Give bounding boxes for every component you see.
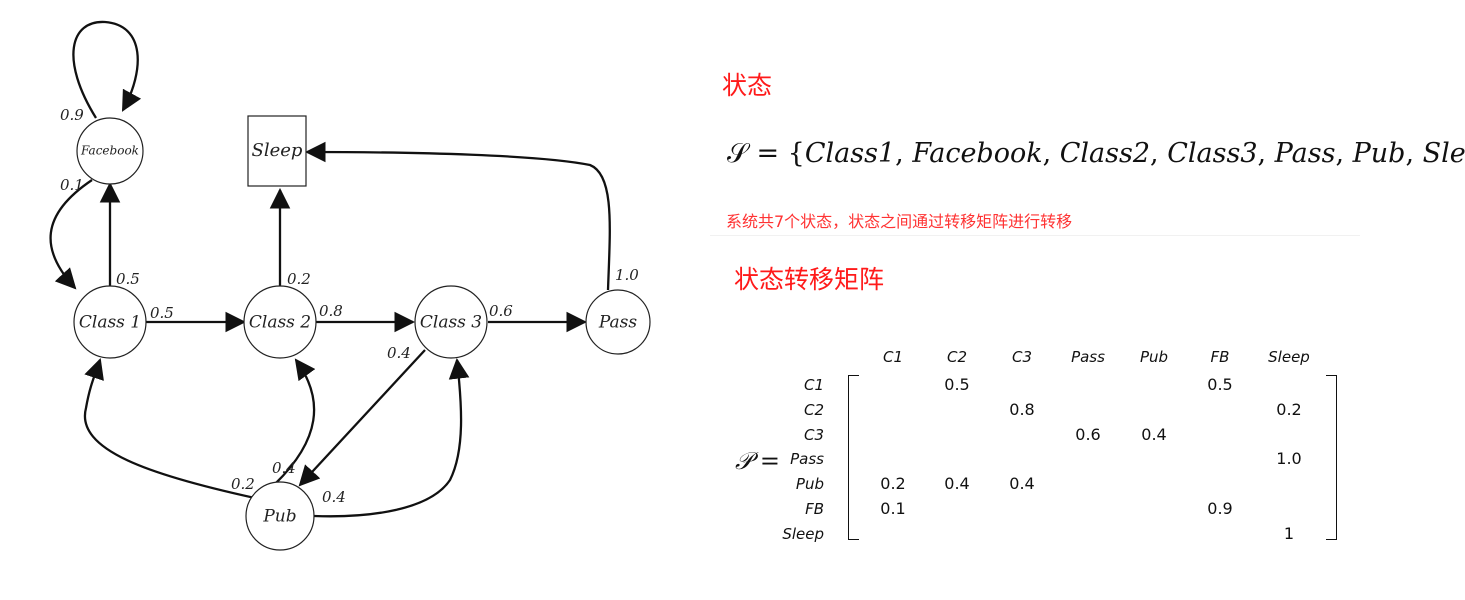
matrix-column-header: C1: [882, 348, 904, 366]
matrix-cell: 0.8: [1009, 399, 1035, 419]
state-separator: ,: [1405, 138, 1423, 169]
edge-label-c3-to-pub: 0.4: [387, 344, 411, 362]
edge-pass-to-sleep: [304, 141, 611, 291]
node-label-class1: Class 1: [79, 313, 141, 333]
edge-label-pub-to-c1: 0.2: [231, 475, 255, 493]
node-label-class3: Class 3: [420, 313, 482, 333]
state-set-prefix: 𝒮 = {: [727, 138, 805, 169]
matrix-column-header: Pub: [1139, 348, 1169, 366]
matrix-cell: 0.5: [944, 375, 970, 394]
matrix-cell: 0.5: [1207, 375, 1233, 394]
state-separator: ,: [1042, 138, 1060, 169]
node-label-pass: Pass: [598, 313, 638, 333]
matrix-column-header: C2: [946, 348, 968, 366]
state-separator: ,: [895, 138, 913, 169]
state-separator: ,: [1257, 138, 1275, 169]
matrix-left-bracket: [848, 375, 859, 540]
matrix-heading: 状态转移矩阵: [734, 265, 885, 294]
edge-label-fb-self: 0.9: [60, 106, 84, 124]
matrix-cell: 0.9: [1207, 499, 1233, 518]
state-item: Class2: [1059, 138, 1151, 169]
matrix-cell: 0.1: [880, 499, 906, 518]
state-separator: ,: [1335, 138, 1353, 169]
edge-facebook-to-class1: [49, 179, 93, 290]
edge-label-c2-to-sleep: 0.2: [287, 270, 311, 288]
state-set-items: Class1, Facebook, Class2, Class3, Pass, …: [805, 138, 1465, 169]
edge-label-pub-to-c2: 0.4: [272, 459, 296, 477]
state-item: Pass: [1274, 138, 1336, 169]
matrix-row-header: Sleep: [782, 524, 824, 543]
matrix-column-header: C3: [1011, 348, 1033, 366]
edge-label-c1-to-c2: 0.5: [150, 304, 174, 322]
edge-label-pub-to-c3: 0.4: [322, 488, 346, 506]
matrix-row-header: C2: [803, 400, 824, 419]
edge-label-pass-to-sleep: 1.0: [615, 266, 639, 284]
matrix-cell: 0.6: [1075, 424, 1101, 444]
matrix-cell: 0.4: [944, 474, 970, 494]
matrix-right-bracket: [1326, 375, 1337, 540]
matrix-cell: 0.2: [1276, 399, 1302, 419]
matrix-row-header: FB: [805, 500, 824, 518]
matrix-row-header: C1: [803, 376, 824, 394]
matrix-cell: 1: [1283, 523, 1295, 543]
edge-label-c1-to-fb: 0.5: [116, 270, 140, 288]
state-separator: ,: [1150, 138, 1168, 169]
matrix-row-header: C3: [803, 425, 824, 444]
section-divider: [710, 235, 1360, 236]
edge-facebook-self: [72, 20, 142, 119]
matrix-symbol: 𝒫 =: [735, 447, 781, 475]
edge-class3-to-pub: [298, 349, 426, 487]
node-label-pub: Pub: [262, 507, 296, 527]
state-item: Facebook: [912, 138, 1043, 169]
matrix-cell: 0.4: [1009, 474, 1035, 494]
edge-label-c3-to-pass: 0.6: [489, 302, 513, 320]
states-heading: 状态: [722, 71, 773, 100]
matrix-cell: 0.2: [880, 474, 906, 494]
node-label-class2: Class 2: [249, 313, 311, 333]
state-item: Class3: [1167, 138, 1258, 169]
state-item: Pub: [1352, 138, 1406, 169]
matrix-row-header: Pub: [795, 475, 824, 494]
matrix-cell: 1.0: [1276, 449, 1302, 469]
matrix-cell: 0.4: [1141, 424, 1167, 444]
node-label-facebook: Facebook: [80, 144, 139, 158]
states-note: 系统共7个状态，状态之间通过转移矩阵进行转移: [726, 212, 1073, 231]
state-item: Class1: [804, 138, 896, 169]
edge-pub-to-class1: [83, 358, 256, 500]
matrix-column-header: Sleep: [1268, 348, 1310, 366]
edge-label-c2-to-c3: 0.8: [319, 302, 343, 320]
matrix-column-header: Pass: [1071, 348, 1105, 366]
node-label-sleep: Sleep: [252, 140, 303, 161]
matrix-column-header: FB: [1210, 348, 1230, 366]
state-set-formula: 𝒮 = {Class1, Facebook, Class2, Class3, P…: [727, 138, 1465, 170]
edge-label-fb-to-c1: 0.1: [60, 176, 84, 194]
state-item: Sleep: [1422, 138, 1465, 169]
markov-chain-diagram: Facebook Sleep Class 1 Class 2 Class 3 P…: [49, 20, 651, 551]
